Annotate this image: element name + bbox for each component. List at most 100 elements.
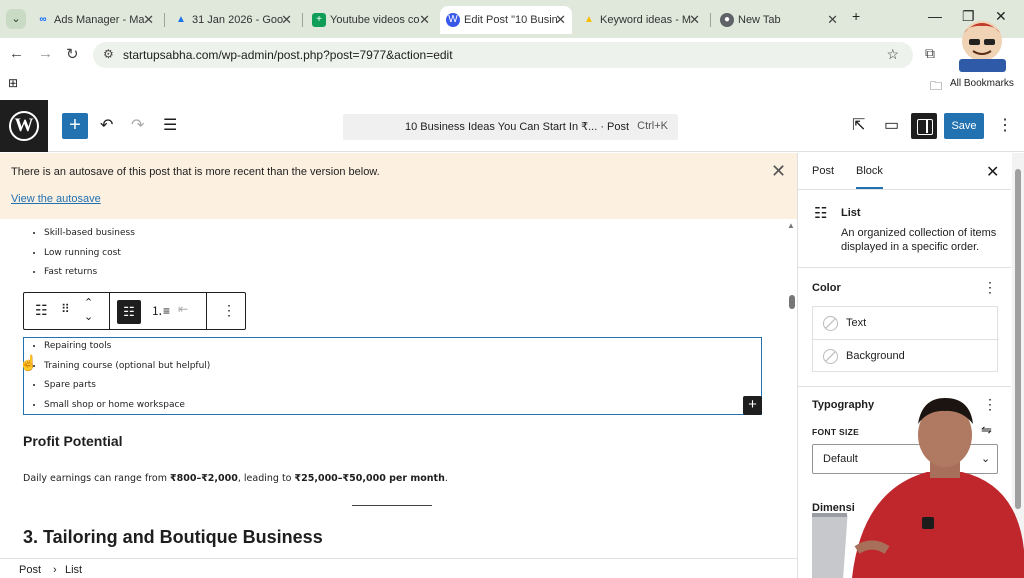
add-block-plus-icon[interactable]: +: [743, 396, 762, 415]
back-arrow-icon[interactable]: ←: [9, 45, 24, 62]
heading-section-3[interactable]: 3. Tailoring and Boutique Business: [23, 527, 323, 548]
new-tab-plus-icon[interactable]: +: [852, 8, 860, 24]
color-section-title[interactable]: Color: [812, 282, 841, 294]
document-overview-icon[interactable]: ☰: [163, 115, 177, 135]
autosave-notice: There is an autosave of this post that i…: [0, 153, 797, 219]
apps-grid-icon[interactable]: ⊞: [8, 76, 18, 90]
list-block-type-icon[interactable]: ☷: [35, 302, 48, 319]
list-item[interactable]: Spare parts: [44, 376, 210, 396]
chrome-icon: ●: [720, 13, 734, 27]
canvas-scrollbar[interactable]: [789, 295, 795, 309]
block-description: An organized collection of items display…: [841, 227, 997, 253]
heading-profit-potential[interactable]: Profit Potential: [23, 433, 123, 449]
browser-tab-drive[interactable]: ▲ 31 Jan 2026 - Goo ✕: [168, 6, 298, 34]
profile-avatar[interactable]: [955, 17, 1010, 73]
browser-tab-bar: ⌄ ∞ Ads Manager - Ma ✕ ▲ 31 Jan 2026 - G…: [0, 0, 1024, 38]
address-bar[interactable]: ⚙ startupsabha.com/wp-admin/post.php?pos…: [93, 42, 913, 68]
tab-label: Keyword ideas - M: [600, 14, 692, 26]
close-sidebar-icon[interactable]: ✕: [986, 162, 999, 182]
dismiss-notice-close-icon[interactable]: ✕: [771, 161, 786, 182]
tab-close-icon[interactable]: ✕: [143, 6, 154, 34]
tab-close-icon[interactable]: ✕: [281, 6, 292, 34]
browser-tab-new-tab[interactable]: ● New Tab ✕: [714, 6, 844, 34]
tab-block[interactable]: Block: [856, 165, 883, 189]
breadcrumb-chevron-icon: ›: [53, 564, 57, 576]
hand-cursor-icon: ☝: [19, 355, 38, 372]
color-swatch-empty-icon: [823, 349, 838, 364]
text-color-control[interactable]: Text: [813, 307, 999, 340]
save-button[interactable]: Save: [944, 113, 984, 139]
view-autosave-link[interactable]: View the autosave: [11, 193, 101, 205]
editor-header: W + ↶ ↷ ☰ 10 Business Ideas You Can Star…: [0, 100, 1024, 152]
background-color-control[interactable]: Background: [813, 340, 999, 373]
folder-icon: 🗀: [930, 79, 943, 93]
tab-post[interactable]: Post: [812, 165, 834, 177]
minimize-icon[interactable]: —: [928, 8, 942, 24]
browser-tab-keyword-ideas[interactable]: ▲ Keyword ideas - M ✕: [576, 6, 706, 34]
para-text: , leading to: [237, 473, 295, 484]
redo-icon[interactable]: ↷: [131, 115, 144, 135]
wordpress-icon: W: [446, 13, 460, 27]
tab-label: Youtube videos co: [330, 14, 420, 26]
list-item[interactable]: Training course (optional but helpful): [44, 357, 210, 377]
wordpress-logo[interactable]: W: [0, 100, 48, 152]
drag-handle-icon[interactable]: ⠿: [61, 302, 70, 316]
command-title: 10 Business Ideas You Can Start In ₹... …: [405, 121, 630, 133]
move-up-down-icon[interactable]: ⌃ ⌄: [84, 296, 93, 324]
toolbar-divider: [206, 293, 207, 329]
tab-separator: [302, 13, 303, 27]
list-item[interactable]: Small shop or home workspace: [44, 396, 210, 416]
tab-separator: [164, 13, 165, 27]
paragraph-earnings[interactable]: Daily earnings can range from ₹800–₹2,00…: [23, 473, 448, 484]
list-block-top[interactable]: Skill-based business Low running cost Fa…: [44, 224, 135, 283]
notice-message: There is an autosave of this post that i…: [11, 166, 380, 178]
breadcrumb-list[interactable]: List: [65, 564, 82, 576]
list-item[interactable]: Repairing tools: [44, 337, 210, 357]
reload-icon[interactable]: ↻: [66, 45, 79, 63]
tab-close-icon[interactable]: ✕: [419, 6, 430, 34]
para-bold-daily: ₹800–₹2,000: [170, 473, 238, 484]
extensions-puzzle-icon[interactable]: ⧉: [925, 45, 935, 62]
block-toolbar: ☷ ⠿ ⌃ ⌄ ☷ ⒈≡ ⇤ ⋮: [23, 292, 246, 330]
command-palette[interactable]: 10 Business Ideas You Can Start In ₹... …: [343, 114, 678, 140]
tab-close-icon[interactable]: ✕: [555, 6, 566, 34]
bookmark-star-icon[interactable]: ☆: [886, 46, 899, 63]
command-shortcut: Ctrl+K: [637, 120, 668, 132]
tab-close-icon[interactable]: ✕: [827, 6, 838, 34]
google-ads-icon: ▲: [584, 14, 594, 25]
browser-tab-sheets[interactable]: + Youtube videos co ✕: [306, 6, 436, 34]
unordered-list-icon[interactable]: ☷: [117, 300, 141, 324]
options-kebab-icon[interactable]: ⋮: [997, 115, 1013, 135]
preview-device-icon[interactable]: ▭: [884, 115, 899, 135]
tab-close-icon[interactable]: ✕: [689, 6, 700, 34]
block-options-kebab-icon[interactable]: ⋮: [222, 302, 236, 319]
forward-arrow-icon[interactable]: →: [38, 45, 53, 62]
divider: [798, 267, 1011, 268]
list-item[interactable]: Low running cost: [44, 244, 135, 264]
tab-label: New Tab: [738, 14, 781, 26]
outdent-icon[interactable]: ⇤: [178, 302, 188, 316]
view-post-external-icon[interactable]: ⇱: [852, 115, 865, 135]
para-bold-monthly: ₹25,000–₹50,000 per month: [294, 473, 445, 484]
sidebar-tabs: Post Block ✕: [798, 153, 1011, 190]
list-item[interactable]: Skill-based business: [44, 224, 135, 244]
presenter-webcam-overlay: [812, 398, 1024, 578]
tab-search-chevron-icon[interactable]: ⌄: [6, 9, 26, 29]
site-info-icon[interactable]: ⚙: [103, 47, 114, 61]
breadcrumb-post[interactable]: Post: [19, 564, 41, 576]
sheets-icon: +: [312, 13, 326, 27]
undo-icon[interactable]: ↶: [100, 115, 113, 135]
browser-tab-edit-post[interactable]: W Edit Post "10 Busin ✕: [440, 6, 572, 34]
separator-block[interactable]: [352, 505, 432, 506]
browser-tab-ads-manager[interactable]: ∞ Ads Manager - Ma ✕: [30, 6, 160, 34]
settings-sidebar-toggle-icon[interactable]: [911, 113, 937, 139]
all-bookmarks-label[interactable]: All Bookmarks: [950, 78, 1014, 89]
para-text: .: [444, 473, 448, 484]
list-block-selected[interactable]: Repairing tools Training course (optiona…: [44, 337, 210, 415]
meta-icon: ∞: [39, 14, 47, 25]
block-inserter-button[interactable]: +: [62, 113, 88, 139]
list-item[interactable]: Fast returns: [44, 263, 135, 283]
ordered-list-icon[interactable]: ⒈≡: [151, 302, 170, 319]
color-options-kebab-icon[interactable]: ⋮: [983, 279, 997, 296]
scroll-up-icon[interactable]: ▲: [787, 221, 795, 230]
